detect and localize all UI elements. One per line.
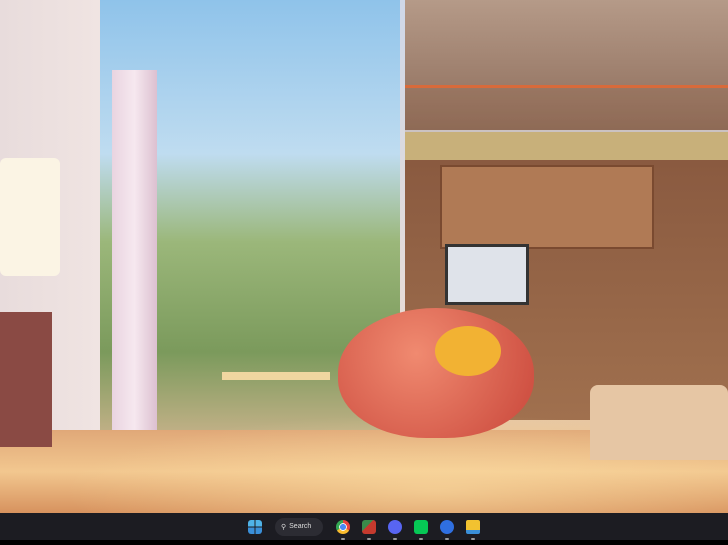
- folder-icon: [466, 519, 480, 534]
- start-button[interactable]: [245, 517, 265, 537]
- search-button[interactable]: ⚲ Search: [275, 517, 323, 536]
- line-icon: [414, 519, 428, 534]
- wallpaper-beanbag: [338, 308, 534, 438]
- taskbar-discord[interactable]: [385, 517, 405, 540]
- wallpaper-cat-pillow: [435, 326, 501, 376]
- wallpaper-loft-floor: [405, 132, 728, 160]
- windows-start-icon: [248, 519, 262, 534]
- taskbar-chrome[interactable]: [333, 517, 353, 540]
- taskbar: ⚲ Search: [0, 513, 728, 540]
- blue-app-icon: [440, 519, 454, 534]
- wallpaper-table: [222, 372, 330, 450]
- taskbar-app-red[interactable]: [359, 517, 379, 540]
- chrome-icon: [336, 519, 350, 534]
- taskbar-file-explorer[interactable]: [463, 517, 483, 540]
- wallpaper-calendar: [0, 158, 60, 276]
- wallpaper-cabinet: [0, 312, 52, 447]
- desktop-wallpaper: [0, 0, 728, 513]
- app-icon: [362, 519, 376, 534]
- screen-bottom-edge: [0, 540, 728, 545]
- wallpaper-shelf: [440, 165, 654, 249]
- taskbar-line[interactable]: [411, 517, 431, 540]
- search-icon: ⚲: [281, 523, 287, 531]
- wallpaper-curtain: [112, 70, 157, 430]
- wallpaper-railing: [405, 85, 728, 138]
- discord-icon: [388, 519, 402, 534]
- search-label: Search: [289, 523, 312, 530]
- taskbar-app-blue[interactable]: [437, 517, 457, 540]
- wallpaper-kotatsu: [590, 385, 728, 460]
- wallpaper-monitor: [445, 244, 529, 305]
